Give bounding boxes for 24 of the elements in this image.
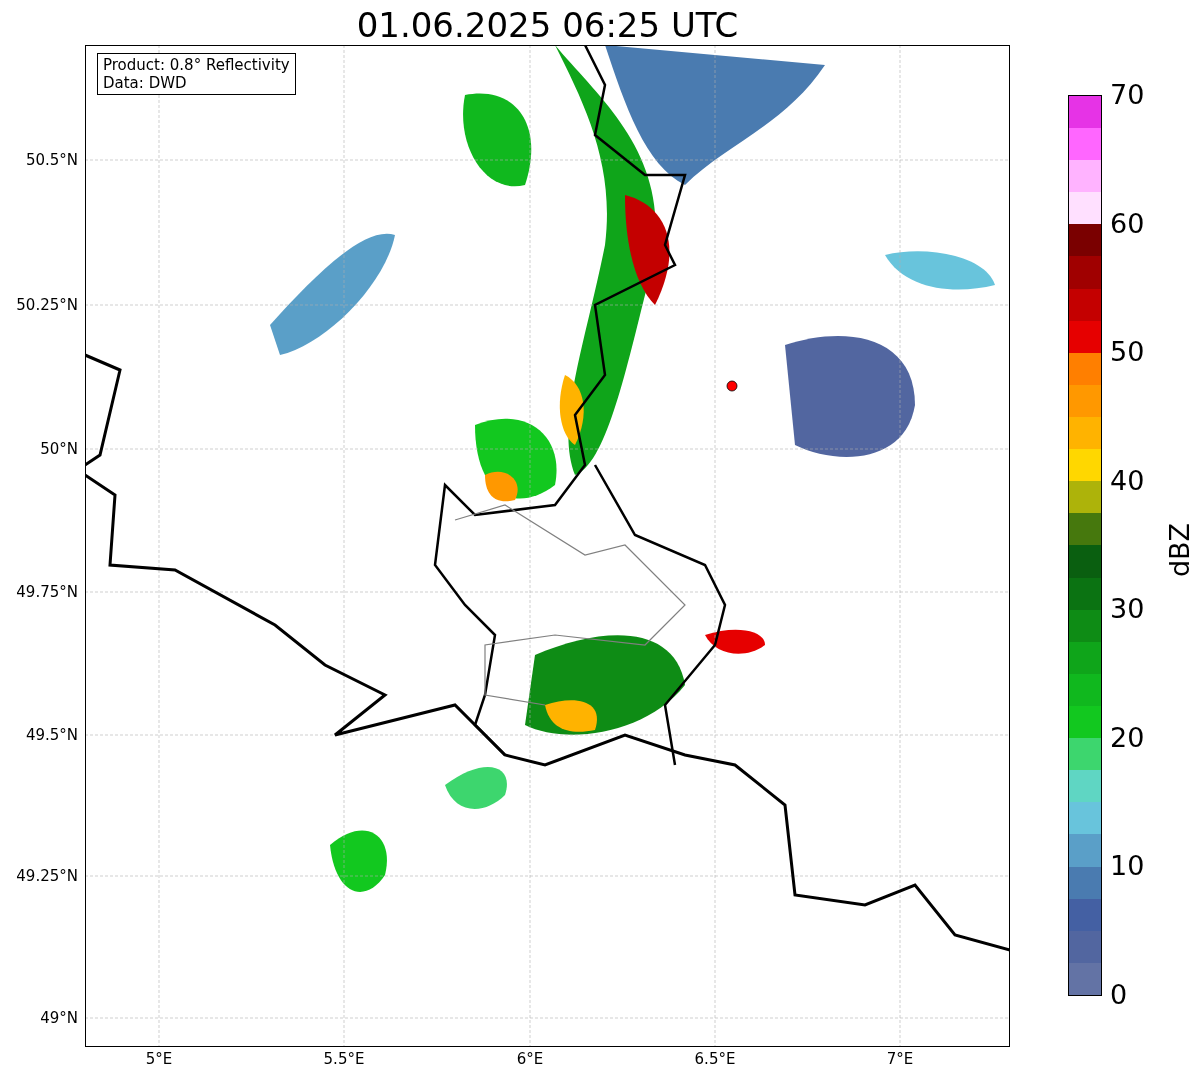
colorbar-tick-label: 70 bbox=[1110, 80, 1145, 110]
info-text: Data: DWD bbox=[103, 74, 188, 92]
colorbar-tick-label: 0 bbox=[1110, 980, 1128, 1010]
latitude-label: 50.5°N bbox=[25, 151, 78, 169]
info-text: Product: 0.8° Reflectivity bbox=[103, 56, 290, 74]
colorbar-tick-label: 40 bbox=[1110, 465, 1145, 496]
colorbar-tick-label: 10 bbox=[1110, 851, 1145, 882]
colorbar-tick-label: 50 bbox=[1110, 337, 1145, 368]
colorbar-tick-label: 20 bbox=[1110, 722, 1145, 753]
latitude-label: 49°N bbox=[40, 1009, 78, 1027]
latitude-label: 50°N bbox=[40, 440, 78, 458]
longitude-label: 5.5°E bbox=[323, 1050, 365, 1068]
longitude-label: 6°E bbox=[516, 1050, 544, 1068]
latitude-label: 49.25°N bbox=[16, 867, 78, 885]
longitude-label: 5°E bbox=[145, 1050, 173, 1068]
longitude-label: 7°E bbox=[886, 1050, 914, 1068]
longitude-label: 6.5°E bbox=[694, 1050, 736, 1068]
chart-title: 01.06.2025 06:25 UTC bbox=[355, 4, 740, 46]
colorbar-tick-label: 60 bbox=[1110, 208, 1145, 239]
latitude-label: 49.5°N bbox=[25, 726, 78, 744]
latitude-label: 50.25°N bbox=[16, 296, 78, 314]
colorbar-tick-label: 30 bbox=[1110, 594, 1145, 625]
latitude-label: 49.75°N bbox=[16, 583, 78, 601]
colorbar-label: dBZ bbox=[1165, 522, 1195, 578]
